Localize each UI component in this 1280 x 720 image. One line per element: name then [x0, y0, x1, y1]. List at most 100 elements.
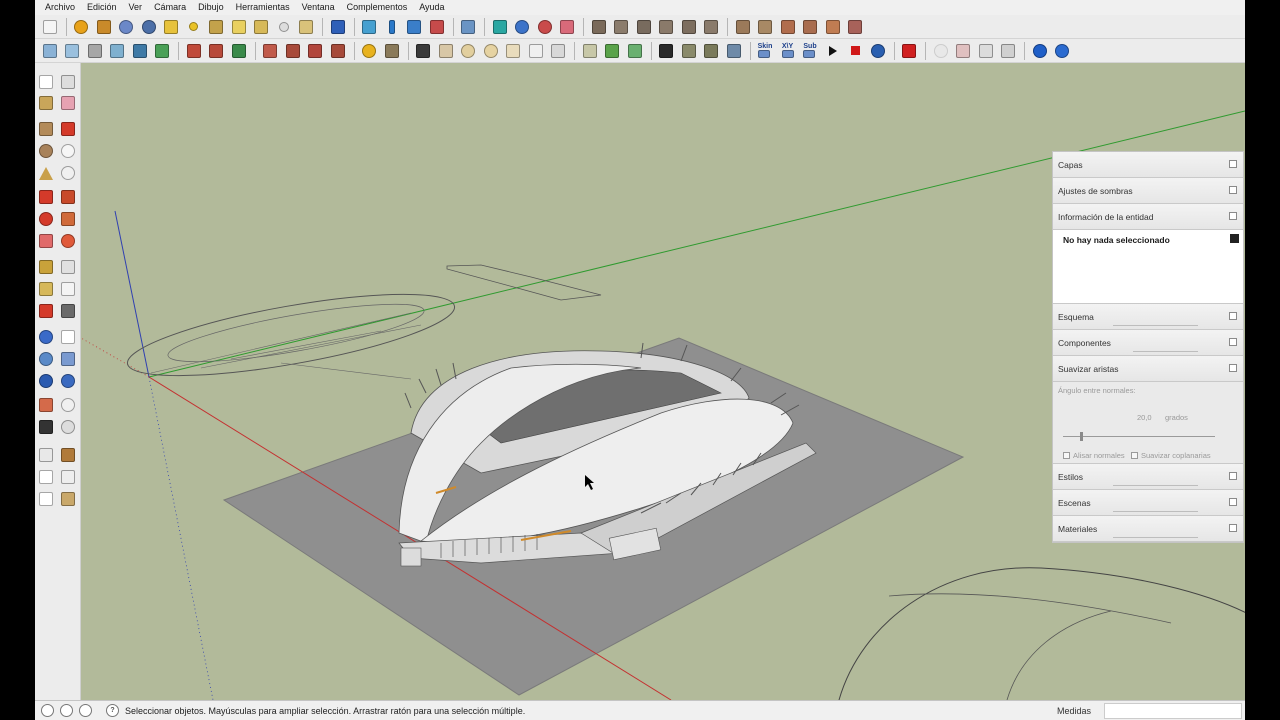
loft-button[interactable]: [435, 41, 456, 61]
axis-arrows-button[interactable]: [404, 17, 425, 37]
follow-me-button[interactable]: [58, 209, 78, 229]
position-camera-button[interactable]: [36, 395, 56, 415]
panel-componentes[interactable]: Componentes: [1053, 330, 1243, 356]
circle-button[interactable]: [273, 17, 294, 37]
view-top-button[interactable]: [611, 17, 632, 37]
pin-icon[interactable]: [1229, 338, 1237, 346]
style-textured-button[interactable]: [822, 17, 843, 37]
cage-button[interactable]: [579, 41, 600, 61]
undo-arrow-button[interactable]: [39, 17, 60, 37]
sub-button[interactable]: Sub: [800, 41, 821, 61]
offset-tool-button[interactable]: [58, 231, 78, 251]
red-arrows-button[interactable]: [426, 17, 447, 37]
terrain-button[interactable]: [152, 41, 173, 61]
house-green-button[interactable]: [602, 41, 623, 61]
rotate-right-button[interactable]: [534, 17, 555, 37]
sandbox7-button[interactable]: [327, 41, 348, 61]
book3-button[interactable]: [723, 41, 744, 61]
panel-escenas[interactable]: Escenas: [1053, 490, 1243, 516]
view-left-button[interactable]: [701, 17, 722, 37]
view-iso-button[interactable]: [588, 17, 609, 37]
menu-ver[interactable]: Ver: [123, 0, 149, 15]
checkbox-icon[interactable]: [1063, 452, 1070, 459]
previous-view-button[interactable]: [58, 371, 78, 391]
tape-measure-button[interactable]: [36, 257, 56, 277]
style-hidden-button[interactable]: [777, 17, 798, 37]
gauge-button[interactable]: [138, 17, 159, 37]
pen-button[interactable]: [129, 41, 150, 61]
panel-estilos[interactable]: Estilos: [1053, 464, 1243, 490]
coin-button[interactable]: [359, 41, 380, 61]
cube-blue2-button[interactable]: [62, 41, 83, 61]
smooth-normals-checkbox[interactable]: Alisar normales: [1063, 451, 1125, 460]
mirror-button[interactable]: [489, 17, 510, 37]
rectangle-tool-button[interactable]: [36, 119, 56, 139]
sandbox3-button[interactable]: [228, 41, 249, 61]
plane-button[interactable]: [206, 17, 227, 37]
help-button[interactable]: [1029, 41, 1050, 61]
make-component-button[interactable]: [58, 72, 78, 92]
credits-icon[interactable]: [60, 704, 73, 717]
menu-edicion[interactable]: Edición: [81, 0, 123, 15]
menu-ventana[interactable]: Ventana: [296, 0, 341, 15]
info-button[interactable]: [1052, 41, 1073, 61]
sandbox2-button[interactable]: [206, 41, 227, 61]
menu-herramientas[interactable]: Herramientas: [230, 0, 296, 15]
xyz-button[interactable]: X\Y: [777, 41, 798, 61]
look-around-button[interactable]: [58, 395, 78, 415]
circle-tool-button[interactable]: [36, 141, 56, 161]
walk-tool-button[interactable]: [36, 417, 56, 437]
style-wire-button[interactable]: [755, 17, 776, 37]
line-pencil-button[interactable]: [58, 119, 78, 139]
line-tool-button[interactable]: [458, 17, 479, 37]
panel-capas[interactable]: Capas: [1053, 152, 1243, 178]
pan-tool-button[interactable]: [58, 327, 78, 347]
panel-entidad[interactable]: Información de la entidad: [1053, 204, 1243, 230]
share-model-button[interactable]: [58, 445, 78, 465]
arc-tool-button[interactable]: [58, 141, 78, 161]
sandbox6-button[interactable]: [305, 41, 326, 61]
pin-icon[interactable]: [1229, 212, 1237, 220]
sandbox4-button[interactable]: [260, 41, 281, 61]
crystal-button[interactable]: [624, 41, 645, 61]
layout-button[interactable]: [58, 489, 78, 509]
panel-materiales[interactable]: Materiales: [1053, 516, 1243, 542]
paint-plugin-button[interactable]: [93, 17, 114, 37]
share-component-button[interactable]: [58, 467, 78, 487]
orbit-tool-button[interactable]: [36, 327, 56, 347]
angle-slider-thumb[interactable]: [1080, 432, 1083, 441]
word-export-button[interactable]: [327, 17, 348, 37]
details-toggle-icon[interactable]: [1230, 234, 1239, 243]
dim1-button[interactable]: [930, 41, 951, 61]
arrow-button[interactable]: [251, 17, 272, 37]
lock-button[interactable]: [548, 41, 569, 61]
view-front-button[interactable]: [633, 17, 654, 37]
panel-suavizar[interactable]: Suavizar aristas: [1053, 356, 1243, 382]
egg-button[interactable]: [480, 41, 501, 61]
cloud-button[interactable]: [503, 41, 524, 61]
ruby-button[interactable]: [867, 41, 888, 61]
section-plane-button[interactable]: [58, 417, 78, 437]
scale-tool-button[interactable]: [36, 231, 56, 251]
move-tool-button[interactable]: [36, 187, 56, 207]
pin-icon[interactable]: [1229, 186, 1237, 194]
zoom-tool-button[interactable]: [36, 349, 56, 369]
cube-gray-button[interactable]: [84, 41, 105, 61]
select-tool-button[interactable]: [36, 72, 56, 92]
axes-tool-button[interactable]: [36, 301, 56, 321]
sphere-button[interactable]: [183, 17, 204, 37]
panel-esquema[interactable]: Esquema: [1053, 304, 1243, 330]
zoom-window-button[interactable]: [58, 349, 78, 369]
dome-button[interactable]: [458, 41, 479, 61]
get-models-button[interactable]: [36, 467, 56, 487]
pin-icon[interactable]: [1229, 312, 1237, 320]
pin-icon[interactable]: [1229, 364, 1237, 372]
book2-button[interactable]: [701, 41, 722, 61]
sandbox1-button[interactable]: [183, 41, 204, 61]
cube-select-button[interactable]: [359, 17, 380, 37]
book-button[interactable]: [678, 41, 699, 61]
style-mono-button[interactable]: [845, 17, 866, 37]
shadow-button[interactable]: [413, 41, 434, 61]
stop-button[interactable]: [845, 41, 866, 61]
tools-button[interactable]: [381, 41, 402, 61]
